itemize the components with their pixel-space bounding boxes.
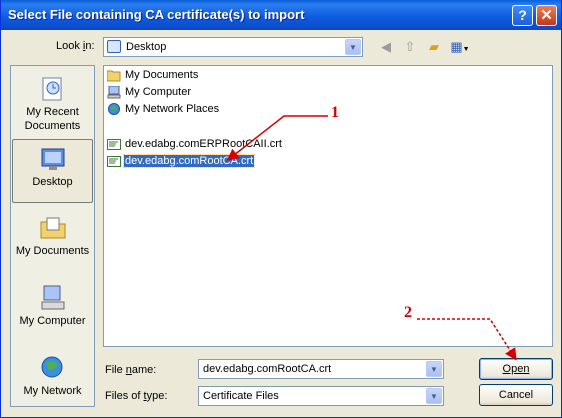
network-icon (108, 103, 120, 115)
folder-icon (107, 70, 121, 82)
computer-icon (107, 86, 121, 99)
open-button[interactable]: Open (479, 358, 553, 380)
title-bar[interactable]: Select File containing CA certificate(s)… (1, 0, 561, 30)
file-name: My Documents (125, 69, 199, 81)
file-name-input[interactable]: dev.edabg.comRootCA.crt ▼ (198, 359, 444, 379)
annotation-number-1: 1 (331, 104, 339, 121)
file-name: dev.edabg.comERPRootCAII.crt (125, 138, 282, 150)
place-label-line2: Documents (24, 120, 81, 132)
file-name: My Computer (125, 86, 192, 98)
open-button-label: Open (502, 363, 530, 375)
chevron-down-icon[interactable]: ▼ (426, 361, 442, 377)
my-network-icon (41, 356, 62, 378)
up-folder-icon[interactable]: ⇧ (401, 38, 419, 56)
place-label: My Network (23, 385, 82, 397)
places-bar: My Recent Documents Desktop My Documents (10, 65, 95, 407)
place-label: My Computer (19, 315, 86, 327)
place-desktop[interactable]: Desktop (12, 139, 93, 203)
file-list[interactable]: My Documents My Computer My Network Plac… (103, 65, 553, 347)
my-computer-icon (41, 285, 64, 310)
certificate-icon (107, 156, 121, 167)
close-button[interactable]: ✕ (536, 5, 557, 26)
desktop-icon (41, 148, 64, 170)
file-name: My Network Places (125, 103, 220, 115)
chevron-down-icon[interactable]: ▼ (426, 388, 442, 404)
file-type-value: Certificate Files (203, 390, 279, 402)
look-in-value: Desktop (126, 41, 167, 53)
back-icon[interactable]: ◀ (377, 38, 395, 56)
annotation-number-2: 2 (404, 304, 412, 321)
place-my-recent-documents[interactable]: My Recent Documents (12, 70, 93, 134)
views-menu-icon[interactable]: ▦▼ (449, 38, 471, 56)
cancel-button[interactable]: Cancel (479, 384, 553, 406)
place-my-documents[interactable]: My Documents (12, 209, 93, 273)
help-button[interactable]: ? (512, 5, 533, 26)
place-label: My Documents (15, 245, 90, 257)
my-documents-icon (40, 217, 65, 239)
chevron-down-icon[interactable]: ▼ (345, 39, 361, 55)
file-open-dialog: Select File containing CA certificate(s)… (0, 0, 562, 418)
look-in-dropdown[interactable]: Desktop ▼ (103, 37, 363, 57)
file-name: dev.edabg.comRootCA.crt (122, 154, 256, 168)
recent-documents-icon (42, 77, 61, 101)
window-title: Select File containing CA certificate(s)… (8, 7, 305, 22)
file-name-label: File name: (105, 364, 157, 376)
file-type-select[interactable]: Certificate Files ▼ (198, 386, 444, 406)
file-name-value: dev.edabg.comRootCA.crt (203, 363, 332, 375)
file-type-label: Files of type: (105, 390, 168, 402)
look-in-label: Look in: (56, 40, 95, 52)
certificate-icon (107, 139, 121, 150)
place-my-network[interactable]: My Network (12, 349, 93, 413)
desktop-icon (107, 40, 121, 53)
place-my-computer[interactable]: My Computer (12, 279, 93, 343)
place-label: My Recent (26, 106, 79, 118)
new-folder-icon[interactable]: ▰ (425, 38, 443, 56)
place-label: Desktop (32, 176, 73, 188)
